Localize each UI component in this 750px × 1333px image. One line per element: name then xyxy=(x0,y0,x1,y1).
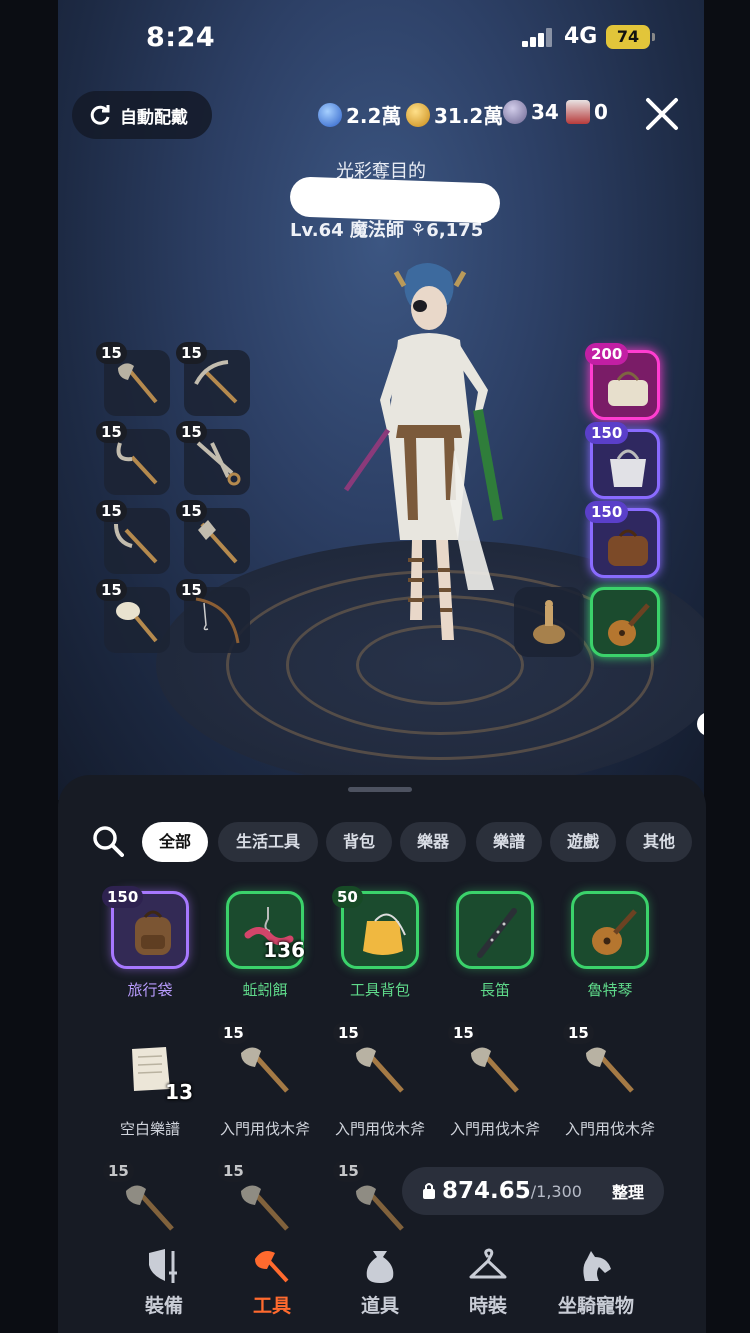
nav-mounts-pets[interactable]: 坐騎寵物 xyxy=(546,1247,646,1318)
axe-icon xyxy=(356,1185,404,1231)
item-starter-axe[interactable]: 15 入門用伐木斧 xyxy=(213,1022,317,1139)
currency-purple-coin: 34 xyxy=(503,100,559,124)
filter-bags[interactable]: 背包 xyxy=(326,822,392,862)
tote-bag-icon xyxy=(610,449,646,487)
axe-icon xyxy=(241,1185,289,1231)
nav-tools[interactable]: 工具 xyxy=(222,1247,322,1318)
axe-icon xyxy=(356,1047,404,1093)
filter-games[interactable]: 遊戲 xyxy=(550,822,616,862)
item-tool-backpack[interactable]: 50 工具背包 xyxy=(328,886,432,1000)
item-starter-axe[interactable]: 15 入門用伐木斧 xyxy=(443,1022,547,1139)
weight-max: /1,300 xyxy=(530,1181,582,1201)
tool-slot-sickle[interactable]: 15 xyxy=(96,421,170,495)
signal-icon xyxy=(522,27,554,47)
shield-sword-icon xyxy=(149,1249,177,1283)
nav-items[interactable]: 道具 xyxy=(330,1247,430,1318)
auto-equip-button[interactable]: 自動配戴 xyxy=(72,91,212,139)
bug-net-icon xyxy=(116,602,158,643)
currency-gold: 31.2萬 xyxy=(406,100,503,129)
drawstring-bag-icon xyxy=(363,913,406,955)
nav-fashion[interactable]: 時裝 xyxy=(438,1247,538,1318)
tool-slot-hoe[interactable]: 15 xyxy=(176,500,250,574)
scythe-icon xyxy=(114,523,158,564)
sickle-icon xyxy=(116,442,158,485)
refresh-icon xyxy=(90,105,110,125)
weight-icon xyxy=(423,1183,435,1199)
axe-icon xyxy=(241,1047,289,1093)
lute-icon xyxy=(592,909,637,955)
axe-icon xyxy=(255,1251,289,1283)
tool-slot-scythe[interactable]: 15 xyxy=(96,500,170,574)
fishing-rod-icon xyxy=(195,597,240,644)
tool-slot-axe[interactable]: 15 xyxy=(96,342,170,416)
filter-all[interactable]: 全部 xyxy=(142,822,208,862)
item-worm-bait[interactable]: 136 蚯蚓餌 xyxy=(213,891,317,1000)
tool-slot-shears[interactable]: 15 xyxy=(176,421,250,495)
pouch-icon xyxy=(366,1251,394,1283)
axe-icon xyxy=(118,363,158,404)
clock: 8:24 xyxy=(146,22,216,53)
currency-blue-gem: 2.2萬 xyxy=(318,100,401,129)
item-flute[interactable]: 長笛 xyxy=(443,891,547,1000)
tool-slot-fishing-rod[interactable]: 15 xyxy=(176,579,250,653)
drag-handle[interactable] xyxy=(348,787,412,792)
shears-icon xyxy=(196,441,241,486)
character-level-line: Lv.64 魔法師 ⚘6,175 xyxy=(290,220,484,241)
travel-bag-icon xyxy=(608,529,648,566)
network-type: 4G xyxy=(564,24,598,49)
filter-sheet-music[interactable]: 樂譜 xyxy=(476,822,542,862)
flute-icon xyxy=(477,908,517,958)
pickaxe-icon xyxy=(194,360,238,404)
inventory-weight: 874.65 /1,300 整理 xyxy=(402,1167,664,1215)
filter-other[interactable]: 其他 xyxy=(626,822,692,862)
nav-equipment[interactable]: 裝備 xyxy=(114,1247,214,1318)
equip-slot-bag-150-b[interactable]: 150 xyxy=(585,501,660,578)
axe-icon xyxy=(586,1047,634,1093)
handbag-icon xyxy=(608,371,648,406)
equip-slot-lute[interactable] xyxy=(590,587,660,657)
axe-icon xyxy=(471,1047,519,1093)
sort-button[interactable]: 整理 xyxy=(612,1179,644,1203)
item-starter-axe[interactable]: 15 入門用伐木斧 xyxy=(558,1022,662,1139)
filter-life-tools[interactable]: 生活工具 xyxy=(218,822,318,862)
tool-slot-pickaxe[interactable]: 15 xyxy=(176,342,250,416)
right-letterbox xyxy=(704,0,750,1333)
red-crest-icon xyxy=(566,100,590,124)
item-blank-sheet[interactable]: 13 空白樂譜 xyxy=(98,1030,202,1139)
hanger-icon xyxy=(469,1248,507,1279)
bottom-nav: 裝備 工具 道具 時裝 坐騎寵物 xyxy=(58,1235,706,1333)
hoe-icon xyxy=(198,520,238,564)
blue-gem-icon xyxy=(318,102,342,127)
tool-slot-bug-net[interactable]: 15 xyxy=(96,579,170,653)
weight-current: 874.65 xyxy=(442,1178,531,1204)
filter-instruments[interactable]: 樂器 xyxy=(400,822,466,862)
gold-coin-icon xyxy=(406,102,430,127)
inventory-panel: 全部 生活工具 背包 樂器 樂譜 遊戲 其他 150 旅行袋 136 蚯蚓餌 5… xyxy=(58,775,706,1333)
left-letterbox xyxy=(0,0,58,1333)
equip-slot-lamp[interactable] xyxy=(514,587,584,657)
magic-lamp-icon xyxy=(533,600,565,644)
equip-slot-bag-150-a[interactable]: 150 xyxy=(585,422,660,499)
purple-coin-icon xyxy=(503,100,527,124)
axe-icon xyxy=(126,1185,174,1231)
item-lute[interactable]: 魯特琴 xyxy=(558,891,662,1000)
close-icon[interactable] xyxy=(644,96,680,132)
backpack-icon xyxy=(135,910,171,955)
horse-icon xyxy=(583,1251,611,1281)
equip-slot-bag-200[interactable]: 200 xyxy=(585,343,660,420)
auto-equip-label: 自動配戴 xyxy=(120,107,188,128)
item-starter-axe[interactable]: 15 入門用伐木斧 xyxy=(328,1022,432,1139)
item-travel-bag[interactable]: 150 旅行袋 xyxy=(98,886,202,1000)
currency-red-crest: 0 xyxy=(566,100,608,124)
status-bar: 8:24 4G 74 xyxy=(0,0,750,72)
search-icon[interactable] xyxy=(92,825,124,857)
character-avatar[interactable] xyxy=(338,260,518,660)
lute-icon xyxy=(608,603,650,646)
battery-icon: 74 xyxy=(606,25,655,49)
